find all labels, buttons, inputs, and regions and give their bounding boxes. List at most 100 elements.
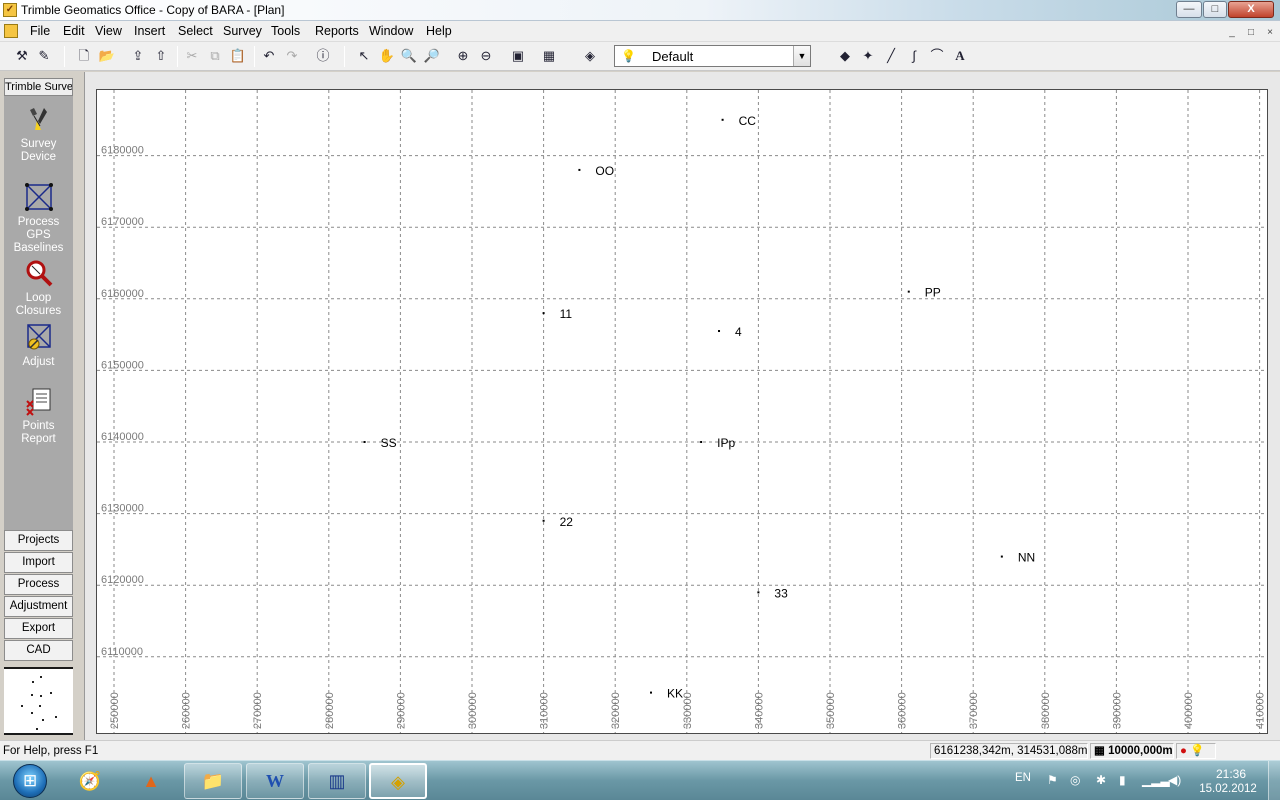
close-button[interactable]: X <box>1228 1 1274 18</box>
menu-select[interactable]: Select <box>178 24 213 38</box>
mdi-restore-button[interactable]: □ <box>1244 26 1258 38</box>
taskbar-trimble-button[interactable]: ◈ <box>369 763 427 799</box>
zoom-previous-icon[interactable]: ⊖ <box>476 46 496 66</box>
tool-points-report[interactable]: Points Report <box>4 386 73 446</box>
new-file-icon[interactable]: 🗋 <box>74 46 94 66</box>
arc-tool-icon[interactable]: ⌒ <box>927 46 947 66</box>
cut-icon[interactable]: ✂ <box>182 46 202 66</box>
survey-point-marker[interactable] <box>578 168 581 171</box>
menu-file[interactable]: File <box>30 24 50 38</box>
document-icon[interactable] <box>4 24 18 38</box>
menu-insert[interactable]: Insert <box>134 24 165 38</box>
plan-view[interactable]: 250000 260000 270000 280000 290000 300000 3100… <box>96 89 1268 734</box>
signal-icon[interactable]: ▁▂▃ <box>1142 773 1170 787</box>
start-button[interactable]: ⊞ <box>13 764 47 798</box>
pointer-icon[interactable]: ↖ <box>354 46 374 66</box>
survey-point-marker[interactable] <box>650 691 652 694</box>
survey-point-marker[interactable] <box>907 290 910 293</box>
tray-network-icon[interactable]: ◎ <box>1070 773 1080 787</box>
point-tool-icon[interactable]: ✦ <box>858 46 878 66</box>
text-tool-icon[interactable]: A <box>950 46 970 66</box>
zoom-extents-icon[interactable]: ⊕ <box>453 46 473 66</box>
tool-adjust[interactable]: Adjust <box>4 322 73 369</box>
zoom-out-icon[interactable]: 🔎 <box>422 46 442 66</box>
paste-icon[interactable]: 📋 <box>228 46 248 66</box>
x-tick-label: 320000 <box>610 692 622 729</box>
survey-point-marker[interactable] <box>700 441 703 443</box>
redo-icon[interactable]: ↷ <box>282 46 302 66</box>
taskbar-ie-button[interactable]: 🧭 <box>61 763 119 799</box>
grid-icon[interactable]: ▦ <box>539 46 559 66</box>
taskbar-matlab-button[interactable]: ▲ <box>122 763 180 799</box>
group-import-button[interactable]: Import <box>4 552 73 573</box>
toolbar-separator <box>64 46 65 67</box>
tray-flag-icon[interactable]: ⚑ <box>1047 773 1058 787</box>
group-cad-button[interactable]: CAD <box>4 640 73 661</box>
menu-tools[interactable]: Tools <box>271 24 300 38</box>
survey-point-marker[interactable] <box>542 312 545 315</box>
overview-point <box>36 727 39 730</box>
tool-survey-device[interactable]: Survey Device <box>4 104 73 164</box>
app-icon[interactable]: ✓ <box>3 3 17 17</box>
bluetooth-icon[interactable]: ✱ <box>1096 773 1106 787</box>
taskbar-word-button[interactable]: W <box>246 763 304 799</box>
line-tool-icon[interactable]: ╱ <box>881 46 901 66</box>
x-tick-label: 410000 <box>1255 692 1267 729</box>
x-tick-label: 370000 <box>968 692 980 729</box>
mdi-close-button[interactable]: × <box>1263 26 1277 38</box>
survey-point-marker[interactable] <box>721 118 724 121</box>
menu-edit[interactable]: Edit <box>63 24 85 38</box>
group-projects-button[interactable]: Projects <box>4 530 73 551</box>
curve-tool-icon[interactable]: ∫ <box>904 46 924 66</box>
clock-time[interactable]: 21:36 <box>1204 767 1258 781</box>
survey-point-marker[interactable] <box>363 441 366 443</box>
tray-device-icon[interactable]: ▮ <box>1119 773 1126 787</box>
menu-reports[interactable]: Reports <box>315 24 359 38</box>
survey-point-marker[interactable] <box>757 591 760 594</box>
survey-point-label: IPp <box>717 436 735 450</box>
info-icon[interactable]: ⓘ <box>313 46 333 66</box>
layer-manager-icon[interactable]: ◈ <box>580 46 600 66</box>
y-tick-label: 6160000 <box>101 288 144 300</box>
survey-point-marker[interactable] <box>718 330 721 333</box>
sidebar-header[interactable]: Trimble Survey <box>4 78 73 96</box>
plan-canvas[interactable]: 250000 260000 270000 280000 290000 300000 3100… <box>97 90 1268 734</box>
maximize-button[interactable]: □ <box>1203 1 1227 18</box>
chevron-down-icon[interactable]: ▼ <box>793 46 810 66</box>
menu-window[interactable]: Window <box>369 24 413 38</box>
edit-style-icon[interactable]: ✎ <box>34 46 54 66</box>
layer-dropdown[interactable]: 💡 Default ▼ <box>614 45 811 67</box>
menu-help[interactable]: Help <box>426 24 452 38</box>
minimize-button[interactable]: — <box>1176 1 1202 18</box>
survey-style-icon[interactable]: ⚒ <box>12 46 32 66</box>
survey-point-marker[interactable] <box>1000 555 1003 558</box>
x-tick-label: 380000 <box>1040 692 1052 729</box>
menu-survey[interactable]: Survey <box>223 24 262 38</box>
copy-icon[interactable]: ⧉ <box>205 46 225 66</box>
x-tick-label: 260000 <box>181 692 193 729</box>
input-language[interactable]: EN <box>1015 772 1031 784</box>
taskbar-explorer-button[interactable]: 📁 <box>184 763 242 799</box>
taskbar-books-button[interactable]: ▥ <box>308 763 366 799</box>
layout-icon[interactable]: ▣ <box>508 46 528 66</box>
import-icon[interactable]: ⇪ <box>128 46 148 66</box>
show-desktop-button[interactable] <box>1268 761 1280 800</box>
mdi-minimize-button[interactable]: _ <box>1225 26 1239 38</box>
menu-view[interactable]: View <box>95 24 122 38</box>
group-export-button[interactable]: Export <box>4 618 73 639</box>
volume-icon[interactable]: ◀) <box>1168 773 1181 787</box>
undo-icon[interactable]: ↶ <box>259 46 279 66</box>
clock-date[interactable]: 15.02.2012 <box>1196 783 1260 795</box>
survey-point-marker[interactable] <box>542 519 545 522</box>
y-tick-label: 6140000 <box>101 431 144 443</box>
snap-point-icon[interactable]: ◆ <box>835 46 855 66</box>
export-icon[interactable]: ⇧ <box>151 46 171 66</box>
tool-process-gps-baselines[interactable]: Process GPS Baselines <box>4 182 73 255</box>
tool-loop-closures[interactable]: Loop Closures <box>4 258 73 318</box>
pan-hand-icon[interactable]: ✋ <box>377 46 397 66</box>
zoom-in-icon[interactable]: 🔍 <box>399 46 419 66</box>
overview-map[interactable] <box>4 667 73 735</box>
group-adjustment-button[interactable]: Adjustment <box>4 596 73 617</box>
group-process-button[interactable]: Process <box>4 574 73 595</box>
open-folder-icon[interactable]: 📂 <box>97 46 117 66</box>
